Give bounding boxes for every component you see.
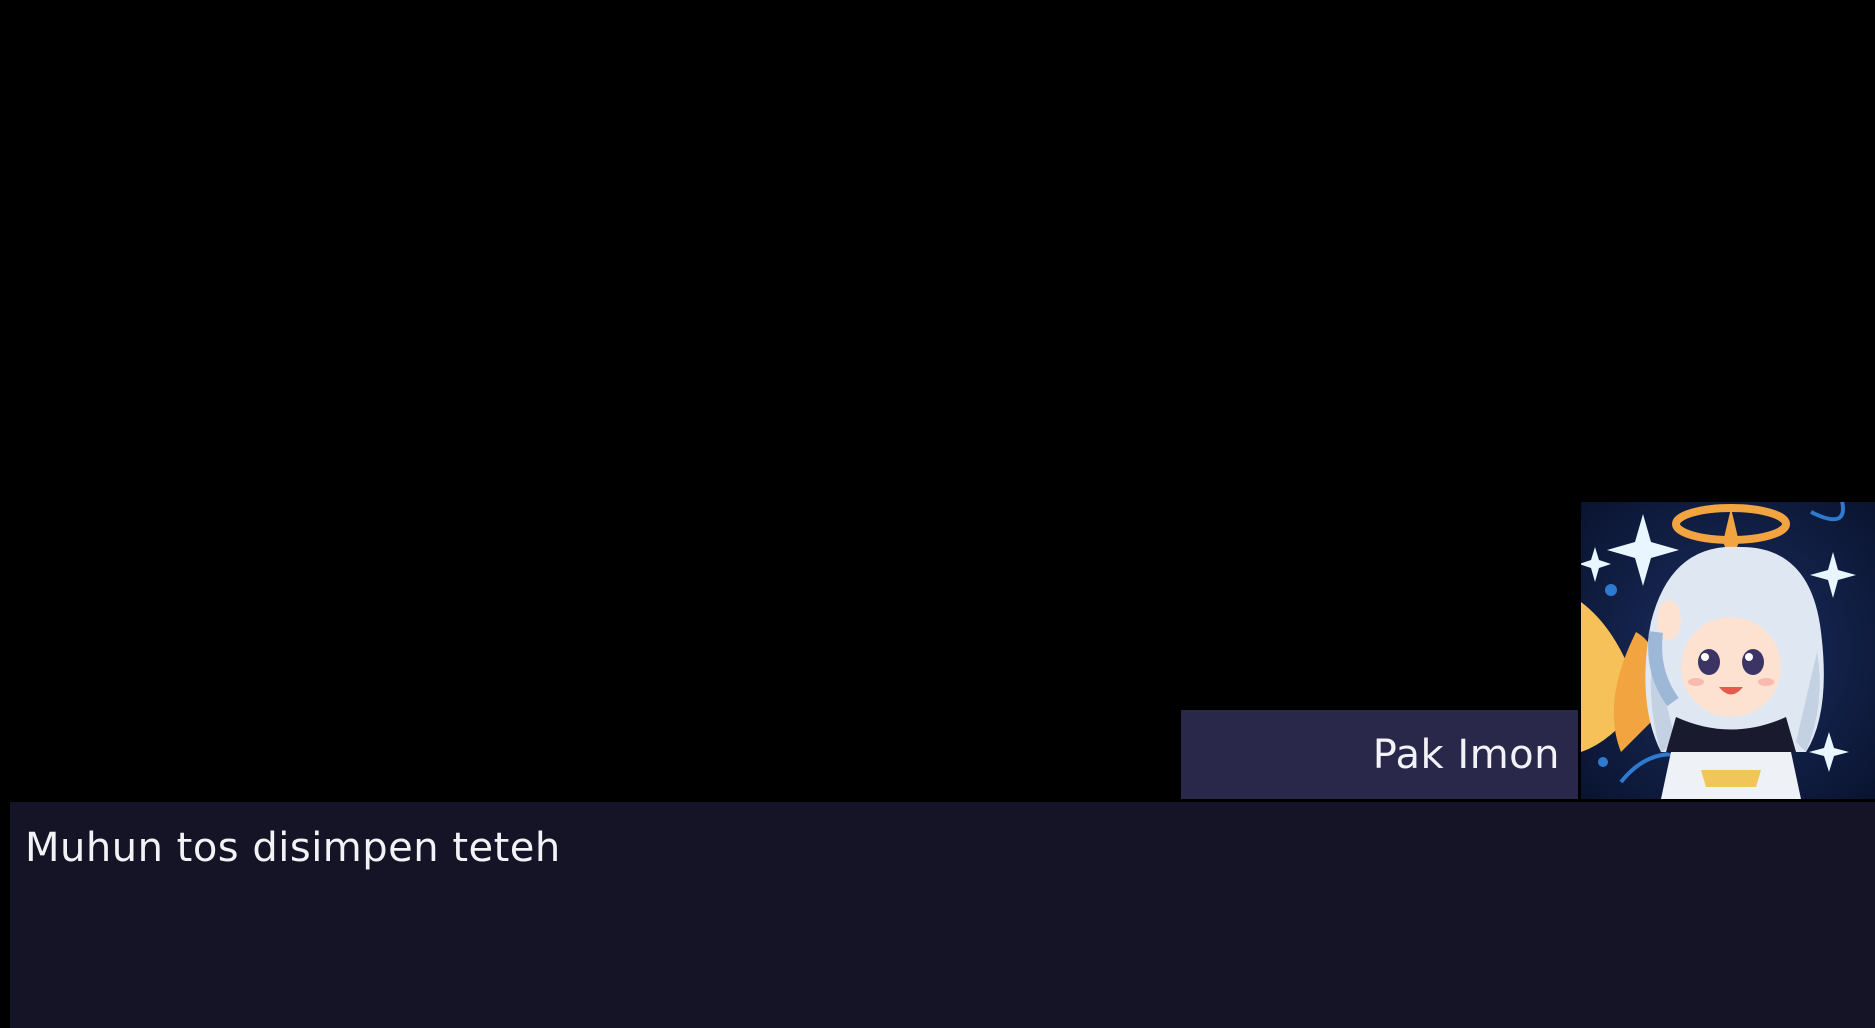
dialog-box[interactable]: Muhun tos disimpen teteh — [10, 802, 1875, 1028]
speaker-name-plate: Pak Imon — [1181, 710, 1578, 799]
dialog-text: Muhun tos disimpen teteh — [25, 825, 561, 871]
game-scene[interactable]: Pak Imon Muhun tos disimpen teteh — [0, 0, 1875, 1028]
speaker-name: Pak Imon — [1372, 731, 1560, 778]
character-portrait-icon — [1581, 502, 1875, 799]
